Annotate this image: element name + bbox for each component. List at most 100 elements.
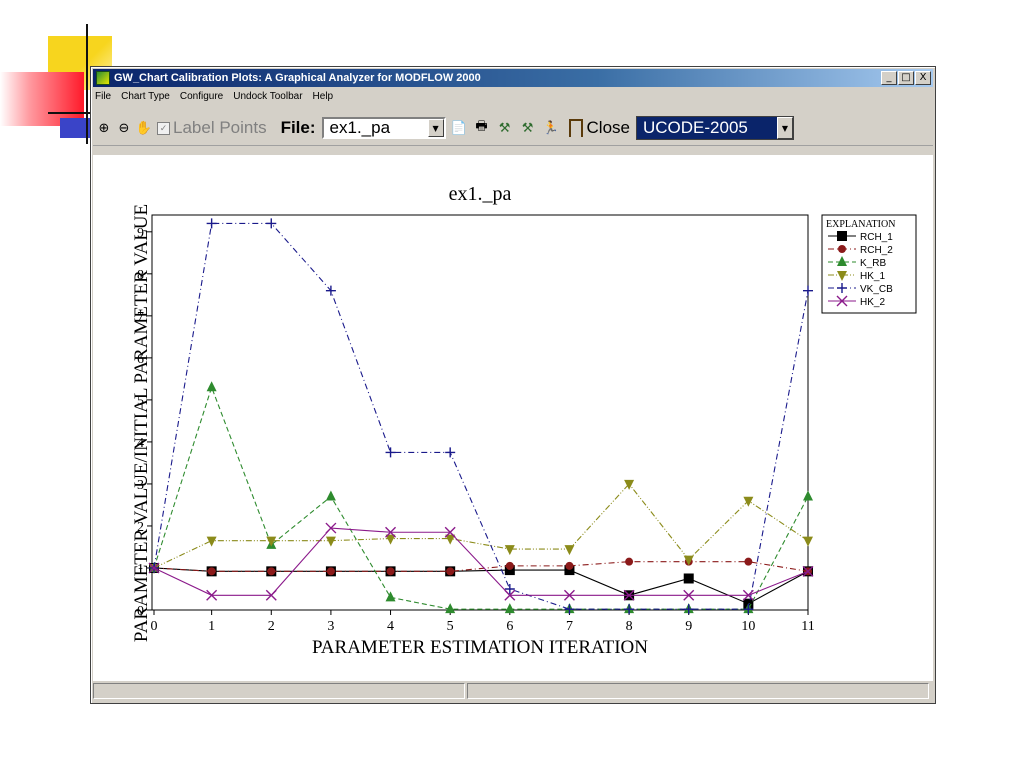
- checkbox-icon[interactable]: ✓: [157, 121, 170, 135]
- menu-configure[interactable]: Configure: [180, 91, 223, 107]
- data-point: [267, 567, 276, 576]
- menu-file[interactable]: File: [95, 91, 111, 107]
- x-tick-label: 1: [208, 619, 215, 634]
- app-icon[interactable]: [96, 71, 110, 85]
- program-select[interactable]: UCODE-2005 ▼: [636, 116, 794, 140]
- chart-title: ex1._pa: [449, 183, 512, 205]
- title-bar[interactable]: GW_Chart Calibration Plots: A Graphical …: [93, 69, 933, 87]
- file-select-value: ex1._pa: [329, 118, 391, 137]
- x-tick-label: 7: [566, 619, 573, 634]
- x-tick-label: 11: [801, 619, 814, 634]
- data-point: [743, 496, 754, 507]
- chart-area: ex1._pa PARAMETER ESTIMATION ITERATION PAR…: [93, 155, 933, 681]
- pan-hand-icon[interactable]: ✋: [135, 119, 153, 137]
- data-point: [325, 285, 336, 296]
- menu-help[interactable]: Help: [313, 91, 334, 107]
- data-point: [386, 567, 395, 576]
- data-point: [326, 567, 335, 576]
- legend-label: RCH_1: [860, 232, 893, 243]
- legend-marker: [837, 231, 847, 241]
- y-tick-label: 7: [137, 310, 144, 325]
- y-tick-label: 3: [137, 478, 144, 493]
- x-tick-label: 3: [327, 619, 334, 634]
- data-point: [325, 536, 336, 547]
- data-point: [206, 536, 217, 547]
- format-tool-icon[interactable]: ⚒: [495, 118, 515, 138]
- data-point: [683, 573, 694, 584]
- data-point: [325, 490, 336, 501]
- data-point: [385, 591, 396, 602]
- x-tick-label: 10: [741, 619, 755, 634]
- format-tool-2-icon[interactable]: ⚒: [518, 118, 538, 138]
- y-tick-label: 9: [137, 226, 144, 241]
- decor-vertical-line: [86, 24, 88, 144]
- y-tick-label: 1: [137, 562, 144, 577]
- data-point: [385, 447, 396, 458]
- label-points-checkbox[interactable]: ✓ Label Points: [157, 118, 267, 138]
- window-title: GW_Chart Calibration Plots: A Graphical …: [114, 72, 481, 84]
- data-point: [445, 447, 456, 458]
- series-line: [153, 385, 809, 610]
- y-tick-label: 6: [137, 352, 144, 367]
- close-file-label: Close: [586, 118, 630, 137]
- chevron-down-icon[interactable]: ▼: [777, 117, 793, 139]
- zoom-out-icon[interactable]: ⊖: [115, 119, 133, 137]
- legend-title: EXPLANATION: [826, 219, 895, 230]
- series-hk-1: [149, 479, 813, 574]
- data-point: [206, 381, 217, 392]
- data-point: [803, 490, 813, 501]
- print-icon[interactable]: 🖶: [472, 118, 492, 138]
- data-point: [625, 557, 634, 566]
- y-tick-label: 4: [137, 436, 144, 451]
- menu-undock-toolbar[interactable]: Undock Toolbar: [233, 91, 302, 107]
- menu-bar: File Chart Type Configure Undock Toolbar…: [95, 91, 343, 107]
- data-point: [206, 218, 217, 229]
- label-points-label: Label Points: [173, 118, 267, 137]
- zoom-in-icon[interactable]: ⊕: [95, 119, 113, 137]
- status-pane-2: [467, 683, 929, 699]
- x-tick-label: 8: [626, 619, 633, 634]
- close-file-button[interactable]: Close: [568, 118, 630, 138]
- x-tick-label: 4: [387, 619, 394, 634]
- file-select[interactable]: ex1._pa ▼: [321, 117, 446, 139]
- series-line: [153, 567, 809, 605]
- series-rch-1: [149, 562, 813, 609]
- menu-chart-type[interactable]: Chart Type: [121, 91, 170, 107]
- file-label: File:: [280, 118, 316, 137]
- x-tick-label: 2: [268, 619, 275, 634]
- data-point: [803, 285, 813, 296]
- door-icon: [568, 119, 583, 137]
- series-k-rb: [149, 381, 813, 614]
- close-window-button[interactable]: X: [915, 71, 931, 85]
- data-point: [504, 603, 515, 614]
- chart-svg: ex1._paPARAMETER ESTIMATION ITERATIONPAR…: [131, 183, 917, 658]
- chevron-down-icon[interactable]: ▼: [427, 119, 444, 137]
- minimize-button[interactable]: _: [881, 71, 897, 85]
- legend-label: RCH_2: [860, 245, 893, 256]
- x-tick-label: 9: [685, 619, 692, 634]
- app-window: GW_Chart Calibration Plots: A Graphical …: [90, 66, 936, 704]
- x-tick-label: 5: [447, 619, 454, 634]
- x-tick-label: 0: [151, 619, 158, 634]
- y-tick-label: 2: [137, 520, 144, 535]
- data-point: [446, 567, 455, 576]
- maximize-button[interactable]: □: [898, 71, 914, 85]
- data-point: [504, 545, 515, 556]
- data-point: [266, 218, 277, 229]
- program-select-value: UCODE-2005: [637, 117, 777, 139]
- status-pane-1: [93, 683, 465, 699]
- copy-icon[interactable]: 📄: [449, 118, 469, 138]
- data-point: [505, 561, 514, 570]
- series-vk-cb: [149, 218, 813, 615]
- y-tick-label: 8: [137, 268, 144, 283]
- series-line: [153, 483, 809, 569]
- legend-label: HK_2: [860, 297, 885, 308]
- data-point: [564, 545, 575, 556]
- data-point: [744, 557, 753, 566]
- legend-label: K_RB: [860, 258, 886, 269]
- legend-label: VK_CB: [860, 284, 893, 295]
- legend-label: HK_1: [860, 271, 885, 282]
- plot-frame: [151, 214, 809, 611]
- data-point: [803, 536, 813, 547]
- run-icon[interactable]: 🏃: [541, 118, 561, 138]
